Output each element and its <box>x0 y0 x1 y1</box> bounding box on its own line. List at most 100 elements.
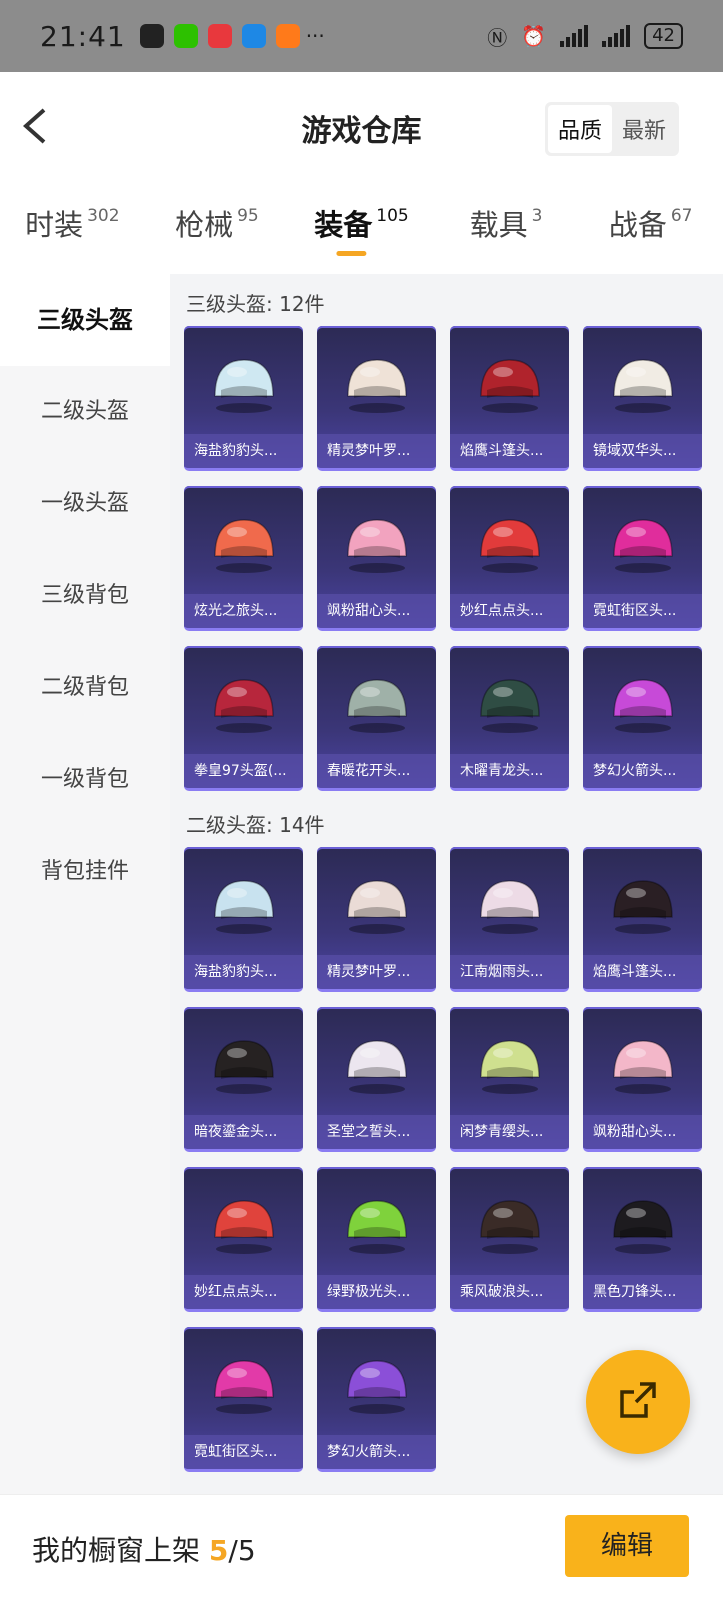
item-name: 闲梦青缨头... <box>450 1115 569 1149</box>
sidebar: 三级头盔 二级头盔 一级头盔 三级背包 二级背包 一级背包 背包挂件 <box>0 274 170 1494</box>
helmet-icon <box>473 672 547 736</box>
showcase-current-count: 5 <box>208 1534 229 1567</box>
tab-label: 枪械 <box>175 208 234 242</box>
sidebar-item-level3-backpack[interactable]: 三级背包 <box>0 550 170 642</box>
item-card[interactable]: 海盐豹豹头... <box>184 847 303 992</box>
alarm-icon: ⏰ <box>521 24 547 48</box>
item-card[interactable]: 焰鹰斗篷头... <box>450 326 569 471</box>
wechat-icon <box>173 24 198 48</box>
item-card[interactable]: 江南烟雨头... <box>450 847 569 992</box>
item-card[interactable]: 焰鹰斗篷头... <box>583 847 702 992</box>
app-orange-icon <box>275 24 300 48</box>
helmet-icon <box>340 352 414 416</box>
helmet-icon <box>207 352 281 416</box>
app-red-icon <box>207 24 232 48</box>
tab-count: 95 <box>237 206 259 226</box>
helmet-icon <box>207 873 281 937</box>
helmet-icon <box>606 1193 680 1257</box>
showcase-separator: / <box>228 1534 238 1567</box>
item-name: 梦幻火箭头... <box>583 754 702 788</box>
helmet-icon <box>207 1193 281 1257</box>
sidebar-item-level2-backpack[interactable]: 二级背包 <box>0 642 170 734</box>
tab-fashion[interactable]: 时装 302 <box>0 182 145 274</box>
item-name: 春暖花开头... <box>317 754 436 788</box>
helmet-icon <box>207 672 281 736</box>
status-bar: 21:41 ··· Ⓝ ⏰ 42 <box>0 0 723 72</box>
sidebar-item-level2-helmet[interactable]: 二级头盔 <box>0 366 170 458</box>
sidebar-item-level1-helmet[interactable]: 一级头盔 <box>0 458 170 550</box>
helmet-icon <box>340 1353 414 1417</box>
item-name: 江南烟雨头... <box>450 955 569 989</box>
item-card[interactable]: 梦幻火箭头... <box>317 1327 436 1472</box>
item-card[interactable]: 精灵梦叶罗... <box>317 326 436 471</box>
bottom-bar: 我的橱窗上架 5/5 编辑 <box>0 1494 723 1601</box>
helmet-icon <box>606 512 680 576</box>
helmet-icon <box>340 1193 414 1257</box>
helmet-icon <box>606 672 680 736</box>
item-name: 焰鹰斗篷头... <box>450 434 569 468</box>
item-grid-area: 三级头盔: 12件 海盐豹豹头... 精灵梦叶罗... 焰鹰斗篷头... 镜域双华头.… <box>170 274 723 1494</box>
helmet-icon <box>340 512 414 576</box>
sidebar-item-backpack-pendant[interactable]: 背包挂件 <box>0 826 170 918</box>
share-button[interactable] <box>586 1350 690 1454</box>
item-card[interactable]: 春暖花开头... <box>317 646 436 791</box>
item-name: 焰鹰斗篷头... <box>583 955 702 989</box>
showcase-total-count: 5 <box>237 1534 256 1567</box>
item-card[interactable]: 霓虹街区头... <box>583 486 702 631</box>
item-card[interactable]: 梦幻火箭头... <box>583 646 702 791</box>
item-card[interactable]: 绿野极光头... <box>317 1167 436 1312</box>
tab-vehicles[interactable]: 载具 3 <box>434 182 579 274</box>
helmet-icon <box>207 1353 281 1417</box>
item-card[interactable]: 霓虹街区头... <box>184 1327 303 1472</box>
signal-icon-2 <box>602 25 631 47</box>
item-card[interactable]: 黑色刀锋头... <box>583 1167 702 1312</box>
sort-latest-button[interactable]: 最新 <box>612 105 676 153</box>
tab-label: 战备 <box>608 208 667 242</box>
item-name: 炫光之旅头... <box>184 594 303 628</box>
header: 游戏仓库 品质 最新 <box>0 72 723 182</box>
item-card[interactable]: 飒粉甜心头... <box>583 1007 702 1152</box>
tab-label: 装备 <box>314 208 373 242</box>
item-name: 拳皇97头盔(... <box>184 754 303 788</box>
item-name: 绿野极光头... <box>317 1275 436 1309</box>
sort-quality-button[interactable]: 品质 <box>547 105 612 153</box>
section-title: 二级头盔: 14件 <box>186 813 325 837</box>
item-name: 镜域双华头... <box>583 434 702 468</box>
item-name: 梦幻火箭头... <box>317 1435 436 1469</box>
status-time: 21:41 <box>40 19 126 53</box>
item-name: 精灵梦叶罗... <box>317 955 436 989</box>
item-card[interactable]: 飒粉甜心头... <box>317 486 436 631</box>
sidebar-item-level3-helmet[interactable]: 三级头盔 <box>0 274 170 366</box>
item-card[interactable]: 暗夜鎏金头... <box>184 1007 303 1152</box>
item-name: 飒粉甜心头... <box>317 594 436 628</box>
showcase-label: 我的橱窗上架 <box>32 1534 201 1567</box>
item-card[interactable]: 圣堂之誓头... <box>317 1007 436 1152</box>
item-card[interactable]: 拳皇97头盔(... <box>184 646 303 791</box>
item-name: 妙红点点头... <box>450 594 569 628</box>
item-name: 霓虹街区头... <box>184 1435 303 1469</box>
item-name: 暗夜鎏金头... <box>184 1115 303 1149</box>
item-name: 海盐豹豹头... <box>184 955 303 989</box>
item-card[interactable]: 木曜青龙头... <box>450 646 569 791</box>
item-card[interactable]: 闲梦青缨头... <box>450 1007 569 1152</box>
edit-button[interactable]: 编辑 <box>565 1515 689 1577</box>
tab-count: 67 <box>670 206 693 226</box>
sidebar-item-level1-backpack[interactable]: 一级背包 <box>0 734 170 826</box>
item-card[interactable]: 海盐豹豹头... <box>184 326 303 471</box>
tab-equipment[interactable]: 装备 105 <box>289 182 434 274</box>
item-card[interactable]: 镜域双华头... <box>583 326 702 471</box>
item-card[interactable]: 炫光之旅头... <box>184 486 303 631</box>
active-tab-indicator <box>336 251 367 256</box>
item-card[interactable]: 妙红点点头... <box>184 1167 303 1312</box>
tab-supplies[interactable]: 战备 67 <box>578 182 723 274</box>
tab-count: 105 <box>376 206 409 226</box>
helmet-icon <box>473 873 547 937</box>
item-card[interactable]: 精灵梦叶罗... <box>317 847 436 992</box>
item-name: 妙红点点头... <box>184 1275 303 1309</box>
item-card[interactable]: 妙红点点头... <box>450 486 569 631</box>
item-card[interactable]: 乘风破浪头... <box>450 1167 569 1312</box>
sort-toggle: 品质 最新 <box>544 102 679 156</box>
helmet-icon <box>606 1033 680 1097</box>
helmet-icon <box>340 672 414 736</box>
tab-guns[interactable]: 枪械 95 <box>145 182 290 274</box>
